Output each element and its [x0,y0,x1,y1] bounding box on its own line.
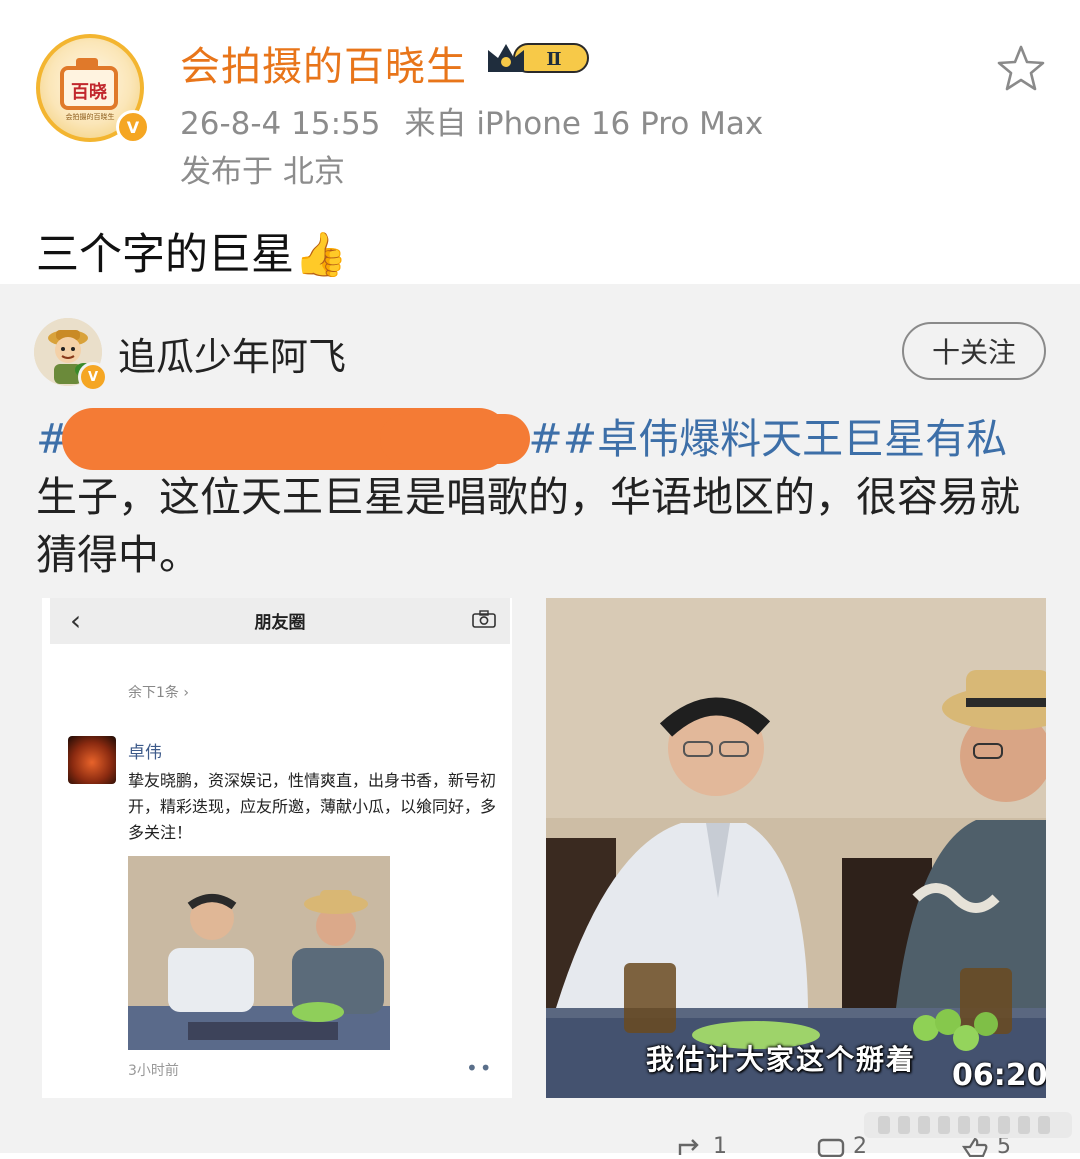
video-subtitle: 我估计大家这个掰着 [646,1043,917,1076]
moments-author-name: 卓伟 [128,743,162,763]
author-username[interactable]: 会拍摄的百晓生 [180,34,467,92]
moments-screenshot-image[interactable]: ‹ 朋友圈 余下1条 › 卓伟 挚友晓鹏，资深娱记，性情爽直，出身书香，新号初开… [42,598,512,1098]
moments-title: 朋友圈 [254,613,306,633]
moments-text: 挚友晓鹏，资深娱记，性情爽直，出身书香，新号初开，精彩迭现，应友所邀，薄献小瓜，… [128,771,497,842]
post-location: 发布于 北京 [180,154,345,190]
hashtag-link-2[interactable]: #卓伟爆料天王巨星有私 [563,415,1007,463]
camera-icon [472,610,496,628]
avatar-logo-text: 百晓 [71,82,107,103]
repost-body-rest: 生子，这位天王巨星是唱歌的，华语地区的，很容易就猜得中。 [36,473,1020,579]
redaction-mark-2 [380,414,530,464]
repost-count: 1 [713,1134,727,1159]
comment-icon [817,1138,845,1158]
home-indicator-icon [864,1112,1072,1138]
post-source: 来自 iPhone 16 Pro Max [404,106,764,142]
video-duration: 06:20 [952,1058,1046,1093]
post-timestamp: 26-8-4 15:55 [180,106,381,142]
repost-verified-v-icon: V [78,362,108,392]
moments-avatar [68,736,116,784]
repost-action[interactable]: 1 [676,1134,727,1159]
moments-topbar: ‹ 朋友圈 [50,598,510,644]
comment-action[interactable]: 2 [816,1134,867,1159]
post-body-text: 三个字的巨星👍 [36,230,348,280]
remaining-count: 余下1条 › [128,685,189,701]
repost-author-username[interactable]: 追瓜少年阿飞 [118,326,346,381]
video-frame-icon [546,598,1046,1098]
verified-v-icon: V [116,110,150,144]
moments-time: 3小时前 [128,1063,179,1079]
more-dots-icon: •• [466,1056,494,1080]
video-thumbnail[interactable]: 我估计大家这个掰着 06:20 [546,598,1046,1098]
follow-button-label: 十关注 [931,336,1016,369]
thumbs-up-icon [961,1137,988,1158]
two-men-photo-icon [128,856,390,1050]
favorite-star-icon[interactable] [996,44,1046,92]
repost-icon [678,1139,699,1155]
camera-logo-icon: 百晓 [60,58,118,110]
rank-badge-text: Ⅱ [546,49,561,70]
post-meta: 26-8-4 15:55 来自 iPhone 16 Pro Max [180,98,763,143]
follow-button[interactable]: 十关注 [902,322,1046,380]
moments-photo [128,856,390,1050]
member-rank-badge-icon[interactable]: Ⅱ [484,38,592,78]
